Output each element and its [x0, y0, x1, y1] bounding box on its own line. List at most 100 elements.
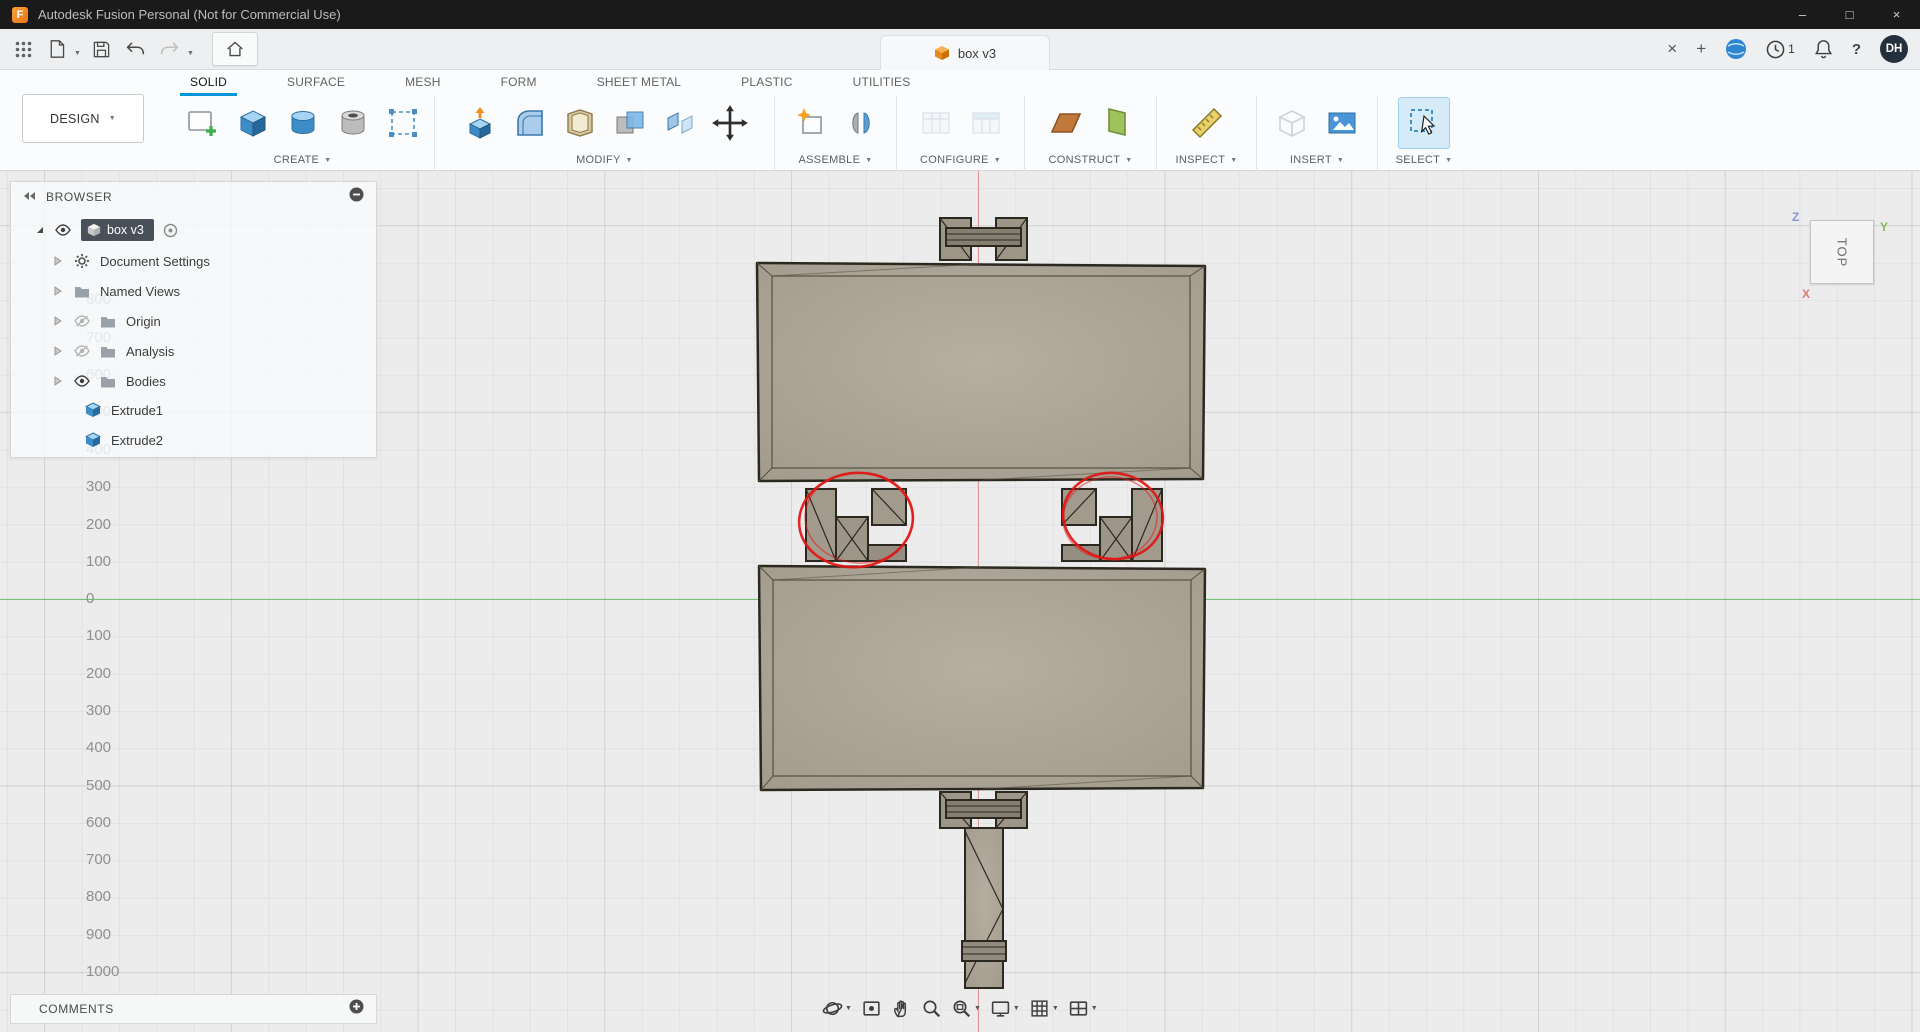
model-top-hinge[interactable]	[940, 218, 1027, 260]
look-at-button[interactable]	[861, 998, 882, 1019]
collapse-panel-icon[interactable]	[23, 188, 36, 206]
minimize-panel-icon[interactable]	[349, 187, 364, 207]
expand-arrow-icon[interactable]	[53, 256, 62, 266]
browser-row-root[interactable]: box v3	[11, 215, 376, 245]
display-settings-button[interactable]: ▼	[990, 998, 1020, 1019]
hole-icon[interactable]	[331, 99, 375, 147]
canvas-image-icon[interactable]	[1320, 99, 1364, 147]
expand-arrow-icon[interactable]	[35, 225, 45, 235]
help-button[interactable]: ?	[1852, 41, 1861, 58]
file-menu-button[interactable]	[42, 33, 72, 65]
browser-row-origin[interactable]: Origin	[11, 306, 376, 336]
model-bottom-box[interactable]	[759, 566, 1205, 790]
create-sketch-icon[interactable]	[181, 99, 225, 147]
zoom-button[interactable]	[921, 998, 942, 1019]
save-button[interactable]	[87, 33, 117, 65]
group-inspect-menu[interactable]: INSPECT▼	[1175, 149, 1237, 171]
browser-row-analysis[interactable]: Analysis	[11, 336, 376, 366]
group-modify-menu[interactable]: MODIFY▼	[576, 149, 633, 171]
fillet-icon[interactable]	[508, 99, 552, 147]
browser-row-bodies[interactable]: Bodies	[11, 366, 376, 396]
window-minimize-button[interactable]: –	[1779, 0, 1826, 29]
view-cube[interactable]: TOP	[1810, 220, 1874, 284]
tab-utilities[interactable]: UTILITIES	[851, 75, 913, 96]
expand-arrow-icon[interactable]	[53, 286, 62, 296]
extensions-icon[interactable]	[1725, 38, 1747, 60]
tab-mesh[interactable]: MESH	[403, 75, 442, 96]
revolve-icon[interactable]	[281, 99, 325, 147]
chevron-down-icon[interactable]: ▼	[845, 1005, 852, 1012]
measure-icon[interactable]	[1185, 99, 1229, 147]
move-icon[interactable]	[708, 99, 752, 147]
chevron-down-icon[interactable]: ▼	[74, 50, 81, 57]
model-top-box[interactable]	[757, 263, 1205, 481]
extrude-icon[interactable]	[231, 99, 275, 147]
eye-icon[interactable]	[74, 375, 90, 387]
tab-plastic[interactable]: PLASTIC	[739, 75, 794, 96]
home-view-button[interactable]	[212, 32, 258, 66]
view-cube-face-label[interactable]: TOP	[1835, 237, 1850, 267]
group-create-menu[interactable]: CREATE▼	[274, 149, 332, 171]
orbit-button[interactable]: ▼	[822, 998, 852, 1019]
chevron-down-icon[interactable]: ▼	[1013, 1005, 1020, 1012]
browser-row-document-settings[interactable]: Document Settings	[11, 246, 376, 276]
user-avatar[interactable]: DH	[1880, 35, 1908, 63]
tab-solid[interactable]: SOLID	[188, 75, 229, 96]
window-close-button[interactable]: ×	[1873, 0, 1920, 29]
combine-icon[interactable]	[608, 99, 652, 147]
fit-view-button[interactable]: ▼	[951, 998, 981, 1019]
app-grid-icon[interactable]	[8, 33, 38, 65]
group-assemble-menu[interactable]: ASSEMBLE▼	[799, 149, 873, 171]
tab-surface[interactable]: SURFACE	[285, 75, 347, 96]
group-construct-menu[interactable]: CONSTRUCT▼	[1049, 149, 1133, 171]
offset-face-icon[interactable]	[658, 99, 702, 147]
document-tab[interactable]: box v3	[880, 35, 1050, 70]
close-tab-button[interactable]: ×	[1667, 39, 1677, 59]
activate-component-icon[interactable]	[163, 223, 178, 238]
offset-plane-icon[interactable]	[1094, 99, 1138, 147]
add-comment-icon[interactable]	[349, 999, 364, 1019]
eye-icon[interactable]	[55, 224, 71, 236]
notifications-bell-icon[interactable]	[1814, 39, 1833, 59]
comments-bar[interactable]: COMMENTS	[10, 994, 377, 1024]
chevron-down-icon[interactable]: ▼	[1091, 1005, 1098, 1012]
chevron-down-icon[interactable]: ▼	[974, 1005, 981, 1012]
press-pull-icon[interactable]	[458, 99, 502, 147]
new-tab-button[interactable]: +	[1696, 39, 1706, 59]
chevron-down-icon[interactable]: ▼	[187, 50, 194, 57]
group-insert-menu[interactable]: INSERT▼	[1290, 149, 1344, 171]
job-status-button[interactable]: 1	[1766, 40, 1795, 59]
pan-button[interactable]	[891, 998, 912, 1019]
expand-arrow-icon[interactable]	[53, 346, 62, 356]
browser-row-named-views[interactable]: Named Views	[11, 276, 376, 306]
new-component-icon[interactable]	[789, 99, 833, 147]
tab-sheet-metal[interactable]: SHEET METAL	[595, 75, 683, 96]
browser-row-extrude2[interactable]: Extrude2	[11, 425, 376, 455]
browser-row-extrude1[interactable]: Extrude1	[11, 395, 376, 425]
construction-plane-icon[interactable]	[1044, 99, 1088, 147]
group-configure-menu[interactable]: CONFIGURE▼	[920, 149, 1001, 171]
undo-button[interactable]	[121, 33, 151, 65]
select-cursor-icon[interactable]	[1398, 97, 1450, 149]
model-bottom-hinge[interactable]	[940, 792, 1027, 828]
viewports-button[interactable]: ▼	[1068, 998, 1098, 1019]
active-document-chip[interactable]: box v3	[81, 219, 154, 241]
derive-icon[interactable]	[1270, 99, 1314, 147]
eye-hidden-icon[interactable]	[74, 315, 90, 327]
expand-arrow-icon[interactable]	[53, 316, 62, 326]
expand-arrow-icon[interactable]	[53, 376, 62, 386]
configuration-table-icon[interactable]	[914, 99, 958, 147]
grid-settings-button[interactable]: ▼	[1029, 998, 1059, 1019]
eye-hidden-icon[interactable]	[74, 345, 90, 357]
workspace-selector[interactable]: DESIGN ▼	[22, 94, 144, 143]
redo-button[interactable]	[155, 33, 185, 65]
joint-icon[interactable]	[839, 99, 883, 147]
tab-form[interactable]: FORM	[499, 75, 539, 96]
window-maximize-button[interactable]: □	[1826, 0, 1873, 29]
shell-icon[interactable]	[558, 99, 602, 147]
model-arm[interactable]	[962, 828, 1006, 988]
pattern-icon[interactable]	[381, 99, 425, 147]
configuration-insert-icon[interactable]	[964, 99, 1008, 147]
group-select-menu[interactable]: SELECT▼	[1396, 149, 1453, 171]
chevron-down-icon[interactable]: ▼	[1052, 1005, 1059, 1012]
